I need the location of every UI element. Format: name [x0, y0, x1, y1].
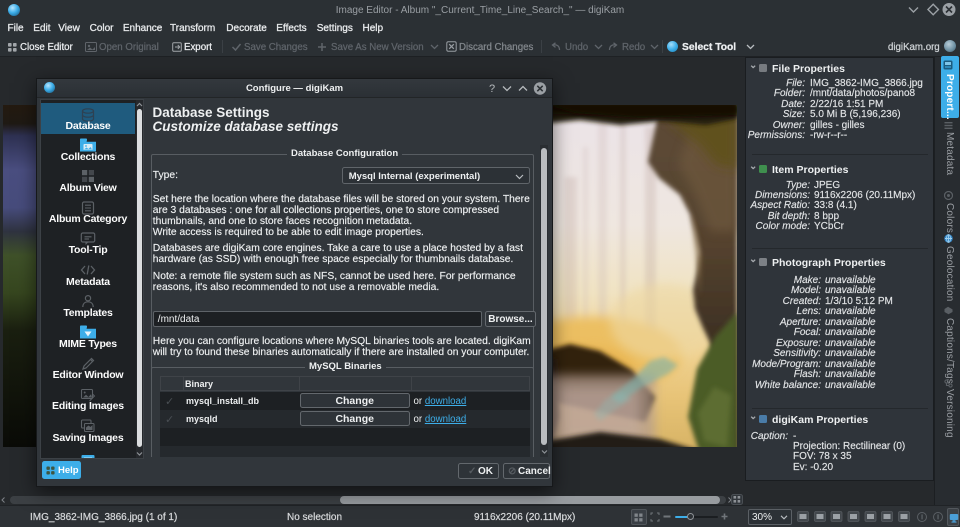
svg-text:?: ?	[489, 83, 495, 95]
